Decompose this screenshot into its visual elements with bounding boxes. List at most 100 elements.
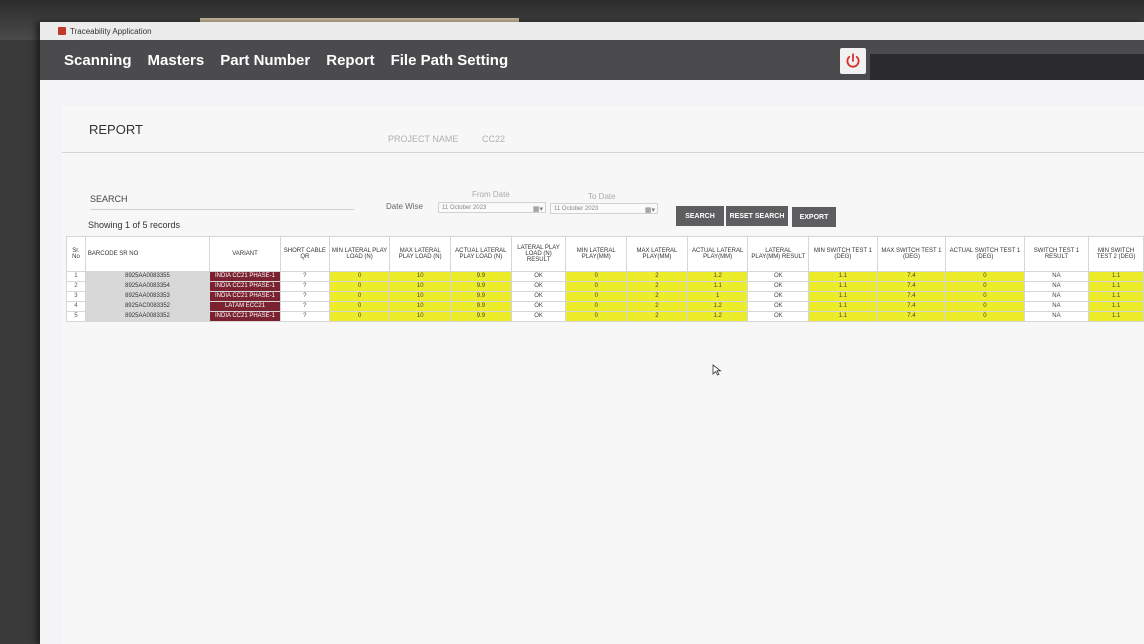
cell-max-switch-test-1: 7.4 — [876, 291, 947, 302]
cell-sr-no: 1 — [66, 271, 86, 282]
cell-actual-lateral-play-load: 9.9 — [450, 291, 512, 302]
col-variant[interactable]: VARIANT — [209, 236, 281, 272]
cell-min-switch-test-2: 1.1 — [1088, 291, 1144, 302]
records-count: Showing 1 of 5 records — [88, 220, 181, 230]
calendar-icon[interactable]: ▦▾ — [645, 205, 655, 216]
col-lateral-play-mm-result[interactable]: LATERAL PLAY(MM) RESULT — [747, 236, 810, 272]
export-button[interactable]: EXPORT — [792, 207, 836, 227]
mouse-cursor-icon — [712, 364, 722, 376]
col-actual-lateral-play-mm[interactable]: ACTUAL LATERAL PLAY(MM) — [686, 236, 749, 272]
cell-barcode: 8925AA0083353 — [84, 291, 211, 302]
col-actual-lateral-play-load[interactable]: ACTUAL LATERAL PLAY LOAD (N) — [450, 236, 512, 272]
table-row[interactable]: 4 8925AC0083352 LATAM ECC21 ? 0 10 9.9 O… — [66, 301, 1144, 312]
cell-actual-lateral-play-load: 9.9 — [450, 311, 512, 322]
cell-max-switch-test-1: 7.4 — [876, 271, 947, 282]
cell-sr-no: 2 — [66, 281, 86, 292]
cell-switch-test-1-result: NA — [1023, 281, 1090, 292]
table-row[interactable]: 1 8925AA0083355 INDIA CC21 PHASE-1 ? 0 1… — [66, 271, 1144, 282]
cell-max-switch-test-1: 7.4 — [876, 311, 947, 322]
cell-variant: INDIA CC21 PHASE-1 — [209, 291, 281, 302]
col-sr-no[interactable]: Sr. No — [66, 236, 86, 272]
cell-max-switch-test-1: 7.4 — [876, 281, 947, 292]
reset-search-button[interactable]: RESET SEARCH — [726, 206, 788, 226]
table-row[interactable]: 3 8925AA0083353 INDIA CC21 PHASE-1 ? 0 1… — [66, 291, 1144, 302]
cell-switch-test-1-result: NA — [1023, 271, 1090, 282]
menu-part-number[interactable]: Part Number — [220, 52, 310, 69]
from-date-label: From Date — [472, 190, 510, 199]
cell-lateral-play-load-result: OK — [510, 281, 567, 292]
cell-lateral-play-load-result: OK — [510, 301, 567, 312]
search-label: SEARCH — [90, 194, 128, 204]
title-bar: Traceability Application — [40, 22, 1144, 40]
cell-short-cable-qr: ? — [279, 271, 330, 282]
cell-actual-switch-test-1: 0 — [945, 301, 1025, 312]
cell-sr-no: 3 — [66, 291, 86, 302]
menu-report[interactable]: Report — [326, 52, 374, 69]
col-min-lateral-play-load[interactable]: MIN LATERAL PLAY LOAD (N) — [328, 236, 391, 272]
cell-sr-no: 4 — [66, 301, 86, 312]
cell-lateral-play-load-result: OK — [510, 291, 567, 302]
cell-min-switch-test-2: 1.1 — [1088, 281, 1144, 292]
col-barcode[interactable]: BARCODE SR NO — [84, 236, 211, 272]
col-min-switch-test-1[interactable]: MIN SWITCH TEST 1 (DEG) — [808, 236, 878, 272]
cell-lateral-play-mm-result: OK — [747, 281, 810, 292]
cell-short-cable-qr: ? — [279, 281, 330, 292]
report-table: Sr. No BARCODE SR NO VARIANT SHORT CABLE… — [66, 236, 1144, 322]
project-name-label: PROJECT NAME — [388, 134, 459, 144]
cell-actual-lateral-play-mm: 1.1 — [686, 281, 749, 292]
col-short-cable-qr[interactable]: SHORT CABLE QR — [279, 236, 330, 272]
cell-actual-lateral-play-mm: 1.2 — [686, 271, 749, 282]
cell-max-lateral-play-mm: 2 — [626, 271, 688, 282]
cell-barcode: 8925AA0083352 — [84, 311, 211, 322]
menu-bar-dark-region — [870, 54, 1144, 80]
col-max-lateral-play-load[interactable]: MAX LATERAL PLAY LOAD (N) — [389, 236, 452, 272]
col-actual-switch-test-1[interactable]: ACTUAL SWITCH TEST 1 (DEG) — [945, 236, 1025, 272]
cell-actual-switch-test-1: 0 — [945, 311, 1025, 322]
to-date-picker[interactable]: 11 October 2023 ▦▾ — [550, 203, 658, 214]
cell-switch-test-1-result: NA — [1023, 291, 1090, 302]
search-input[interactable] — [90, 206, 354, 210]
cell-min-lateral-play-mm: 0 — [565, 301, 628, 312]
cell-switch-test-1-result: NA — [1023, 301, 1090, 312]
col-max-lateral-play-mm[interactable]: MAX LATERAL PLAY(MM) — [626, 236, 688, 272]
cell-actual-lateral-play-mm: 1.2 — [686, 311, 749, 322]
cell-max-lateral-play-mm: 2 — [626, 301, 688, 312]
cell-actual-lateral-play-load: 9.9 — [450, 271, 512, 282]
table-row[interactable]: 5 8925AA0083352 INDIA CC21 PHASE-1 ? 0 1… — [66, 311, 1144, 322]
col-lateral-play-load-result[interactable]: LATERAL PLAY LOAD (N) RESULT — [510, 236, 567, 272]
col-switch-test-1-result[interactable]: SWITCH TEST 1 RESULT — [1023, 236, 1090, 272]
cell-actual-lateral-play-mm: 1.2 — [686, 301, 749, 312]
search-button[interactable]: SEARCH — [676, 206, 724, 226]
cell-max-lateral-play-mm: 2 — [626, 311, 688, 322]
cell-barcode: 8925AA0083355 — [84, 271, 211, 282]
cell-min-lateral-play-mm: 0 — [565, 281, 628, 292]
col-min-lateral-play-mm[interactable]: MIN LATERAL PLAY(MM) — [565, 236, 628, 272]
cell-actual-switch-test-1: 0 — [945, 281, 1025, 292]
menu-file-path-setting[interactable]: File Path Setting — [391, 52, 509, 69]
from-date-picker[interactable]: 11 October 2023 ▦▾ — [438, 202, 546, 213]
cell-lateral-play-mm-result: OK — [747, 271, 810, 282]
menu-scanning[interactable]: Scanning — [64, 52, 132, 69]
cell-max-lateral-play-mm: 2 — [626, 281, 688, 292]
calendar-icon[interactable]: ▦▾ — [533, 204, 543, 215]
cell-switch-test-1-result: NA — [1023, 311, 1090, 322]
cell-lateral-play-load-result: OK — [510, 271, 567, 282]
cell-short-cable-qr: ? — [279, 291, 330, 302]
col-min-switch-test-2[interactable]: MIN SWITCH TEST 2 (DEG) — [1088, 236, 1144, 272]
divider — [62, 152, 1144, 153]
cell-min-lateral-play-load: 0 — [328, 281, 391, 292]
app-window: Traceability Application Scanning Master… — [40, 22, 1144, 644]
table-row[interactable]: 2 8925AA0083354 INDIA CC21 PHASE-1 ? 0 1… — [66, 281, 1144, 292]
col-max-switch-test-1[interactable]: MAX SWITCH TEST 1 (DEG) — [876, 236, 947, 272]
cell-max-lateral-play-mm: 2 — [626, 291, 688, 302]
to-date-label: To Date — [588, 192, 616, 201]
menu-masters[interactable]: Masters — [148, 52, 205, 69]
cell-barcode: 8925AA0083354 — [84, 281, 211, 292]
cell-max-lateral-play-load: 10 — [389, 311, 452, 322]
cell-min-lateral-play-mm: 0 — [565, 271, 628, 282]
app-icon — [58, 27, 66, 35]
cell-min-switch-test-1: 1.1 — [808, 301, 878, 312]
power-button[interactable] — [840, 48, 866, 74]
to-date-value: 11 October 2023 — [554, 206, 599, 212]
cell-actual-switch-test-1: 0 — [945, 291, 1025, 302]
